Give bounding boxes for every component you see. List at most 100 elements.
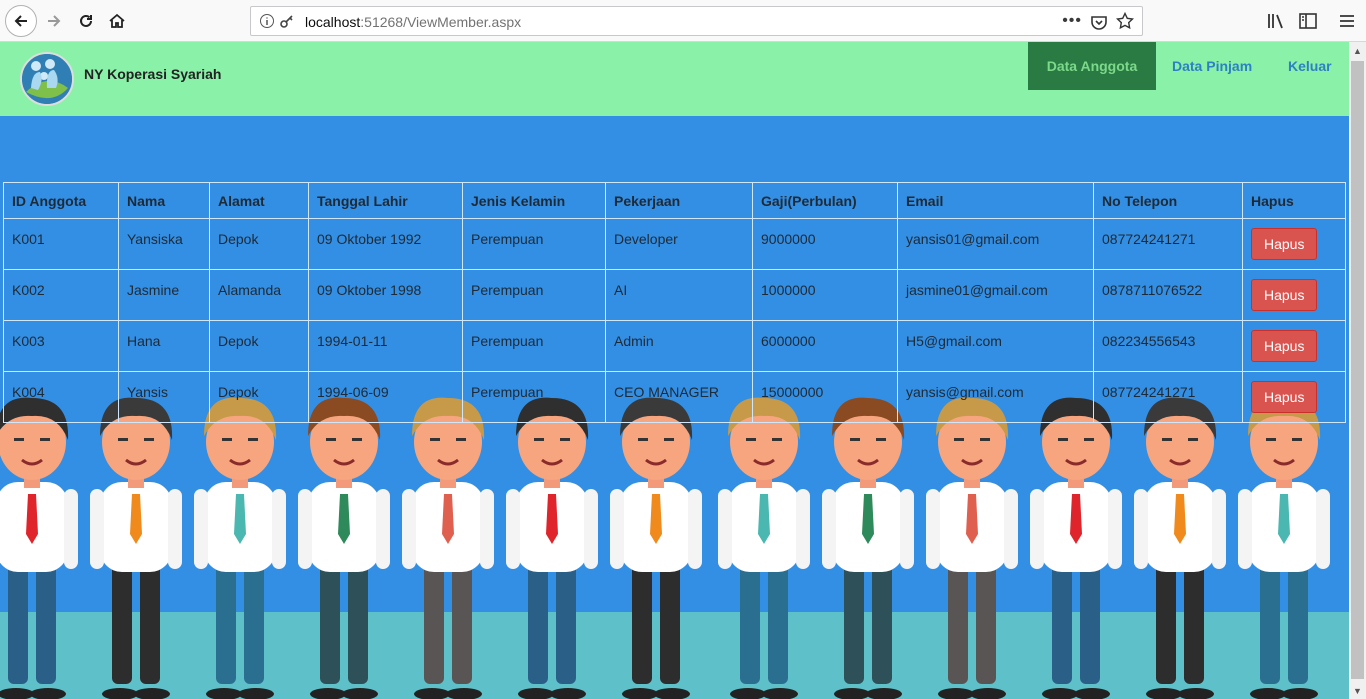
person-shoe bbox=[762, 688, 798, 699]
hapus-button[interactable]: Hapus bbox=[1251, 279, 1318, 311]
cell-alamat: Alamanda bbox=[209, 269, 309, 321]
library-icon[interactable] bbox=[1266, 11, 1286, 31]
brand-name[interactable]: NY Koperasi Syariah bbox=[84, 66, 221, 82]
person-arm bbox=[900, 489, 914, 569]
person-tie bbox=[650, 494, 662, 544]
header-alamat: Alamat bbox=[209, 182, 309, 219]
person-shoe bbox=[970, 688, 1006, 699]
person-eye bbox=[144, 438, 154, 441]
person-eye bbox=[534, 438, 544, 441]
person-arm bbox=[688, 489, 702, 569]
cell-id: K001 bbox=[3, 218, 119, 270]
hapus-button[interactable]: Hapus bbox=[1251, 330, 1318, 362]
person-shoe bbox=[0, 688, 34, 699]
cell-gaji: 1000000 bbox=[752, 269, 898, 321]
header-gaji: Gaji(Perbulan) bbox=[752, 182, 898, 219]
vertical-scrollbar[interactable]: ▲ ▼ bbox=[1349, 42, 1366, 699]
sidebar-icon[interactable] bbox=[1298, 11, 1318, 31]
person-shoe bbox=[622, 688, 658, 699]
person-tie bbox=[1070, 494, 1082, 544]
person-arm bbox=[272, 489, 286, 569]
person-arm bbox=[584, 489, 598, 569]
cell-no-telepon: 087724241271 bbox=[1093, 218, 1243, 270]
person-leg bbox=[976, 554, 996, 684]
pocket-icon[interactable] bbox=[1090, 13, 1108, 31]
table-row: K001 Yansiska Depok 09 Oktober 1992 Pere… bbox=[3, 218, 1346, 270]
person-shoe bbox=[206, 688, 242, 699]
nav-data-anggota[interactable]: Data Anggota bbox=[1028, 42, 1156, 90]
person-leg bbox=[632, 554, 652, 684]
person-tie bbox=[1174, 494, 1186, 544]
cell-tanggal-lahir: 1994-06-09 bbox=[308, 371, 463, 423]
person-leg bbox=[8, 554, 28, 684]
person-shoe bbox=[414, 688, 450, 699]
cell-nama: Jasmine bbox=[118, 269, 210, 321]
cell-gaji: 6000000 bbox=[752, 320, 898, 372]
person-shoe bbox=[1178, 688, 1214, 699]
bookmark-star-icon[interactable] bbox=[1116, 12, 1134, 30]
person-eye bbox=[638, 438, 648, 441]
header-email: Email bbox=[897, 182, 1094, 219]
person-eye bbox=[352, 438, 362, 441]
person-eye bbox=[954, 438, 964, 441]
scroll-thumb[interactable] bbox=[1351, 61, 1364, 679]
person-leg bbox=[1156, 554, 1176, 684]
scroll-down-arrow-icon[interactable]: ▼ bbox=[1349, 682, 1366, 699]
person-eye bbox=[746, 438, 756, 441]
table-row: K004 Yansis Depok 1994-06-09 Perempuan C… bbox=[3, 371, 1346, 423]
person-arm bbox=[194, 489, 208, 569]
reload-button[interactable] bbox=[72, 7, 100, 35]
cell-tanggal-lahir: 09 Oktober 1998 bbox=[308, 269, 463, 321]
scroll-up-arrow-icon[interactable]: ▲ bbox=[1349, 42, 1366, 59]
hapus-button[interactable]: Hapus bbox=[1251, 381, 1318, 413]
cell-alamat: Depok bbox=[209, 371, 309, 423]
person-shoe bbox=[1250, 688, 1286, 699]
person-shoe bbox=[134, 688, 170, 699]
cell-hapus: Hapus bbox=[1242, 218, 1346, 270]
hamburger-menu-icon[interactable] bbox=[1337, 11, 1357, 31]
cell-email: H5@gmail.com bbox=[897, 320, 1094, 372]
person-leg bbox=[1288, 554, 1308, 684]
person-arm bbox=[402, 489, 416, 569]
url-text[interactable]: localhost:51268/ViewMember.aspx bbox=[305, 14, 521, 30]
cell-hapus: Hapus bbox=[1242, 269, 1346, 321]
person-leg bbox=[1260, 554, 1280, 684]
home-button[interactable] bbox=[103, 7, 131, 35]
person-arm bbox=[610, 489, 624, 569]
person-eye bbox=[118, 438, 128, 441]
person-shoe bbox=[654, 688, 690, 699]
person-shoe bbox=[938, 688, 974, 699]
person-shoe bbox=[238, 688, 274, 699]
person-leg bbox=[768, 554, 788, 684]
person-leg bbox=[1080, 554, 1100, 684]
person-eye bbox=[430, 438, 440, 441]
person-arm bbox=[1134, 489, 1148, 569]
cell-jenis-kelamin: Perempuan bbox=[462, 218, 606, 270]
hapus-button[interactable]: Hapus bbox=[1251, 228, 1318, 260]
cell-jenis-kelamin: Perempuan bbox=[462, 269, 606, 321]
cell-nama: Yansis bbox=[118, 371, 210, 423]
person-eye bbox=[980, 438, 990, 441]
info-icon[interactable] bbox=[259, 13, 275, 29]
cell-tanggal-lahir: 1994-01-11 bbox=[308, 320, 463, 372]
person-eye bbox=[664, 438, 674, 441]
cell-no-telepon: 082234556543 bbox=[1093, 320, 1243, 372]
forward-button[interactable] bbox=[40, 7, 68, 35]
address-bar[interactable]: localhost:51268/ViewMember.aspx ••• bbox=[250, 6, 1143, 36]
person-arm bbox=[168, 489, 182, 569]
page-actions-button[interactable]: ••• bbox=[1062, 12, 1082, 30]
back-button[interactable] bbox=[5, 5, 37, 37]
header-pekerjaan: Pekerjaan bbox=[605, 182, 753, 219]
person-eye bbox=[1292, 438, 1302, 441]
person-eye bbox=[1162, 438, 1172, 441]
key-icon[interactable] bbox=[279, 13, 295, 29]
person-tie bbox=[442, 494, 454, 544]
person-leg bbox=[424, 554, 444, 684]
nav-data-pinjam[interactable]: Data Pinjam bbox=[1156, 42, 1268, 90]
person-arm bbox=[1316, 489, 1330, 569]
cooperative-logo[interactable] bbox=[20, 52, 74, 106]
cell-email: yansis@gmail.com bbox=[897, 371, 1094, 423]
header-id-anggota: ID Anggota bbox=[3, 182, 119, 219]
header-hapus: Hapus bbox=[1242, 182, 1346, 219]
nav-keluar[interactable]: Keluar bbox=[1272, 42, 1348, 90]
